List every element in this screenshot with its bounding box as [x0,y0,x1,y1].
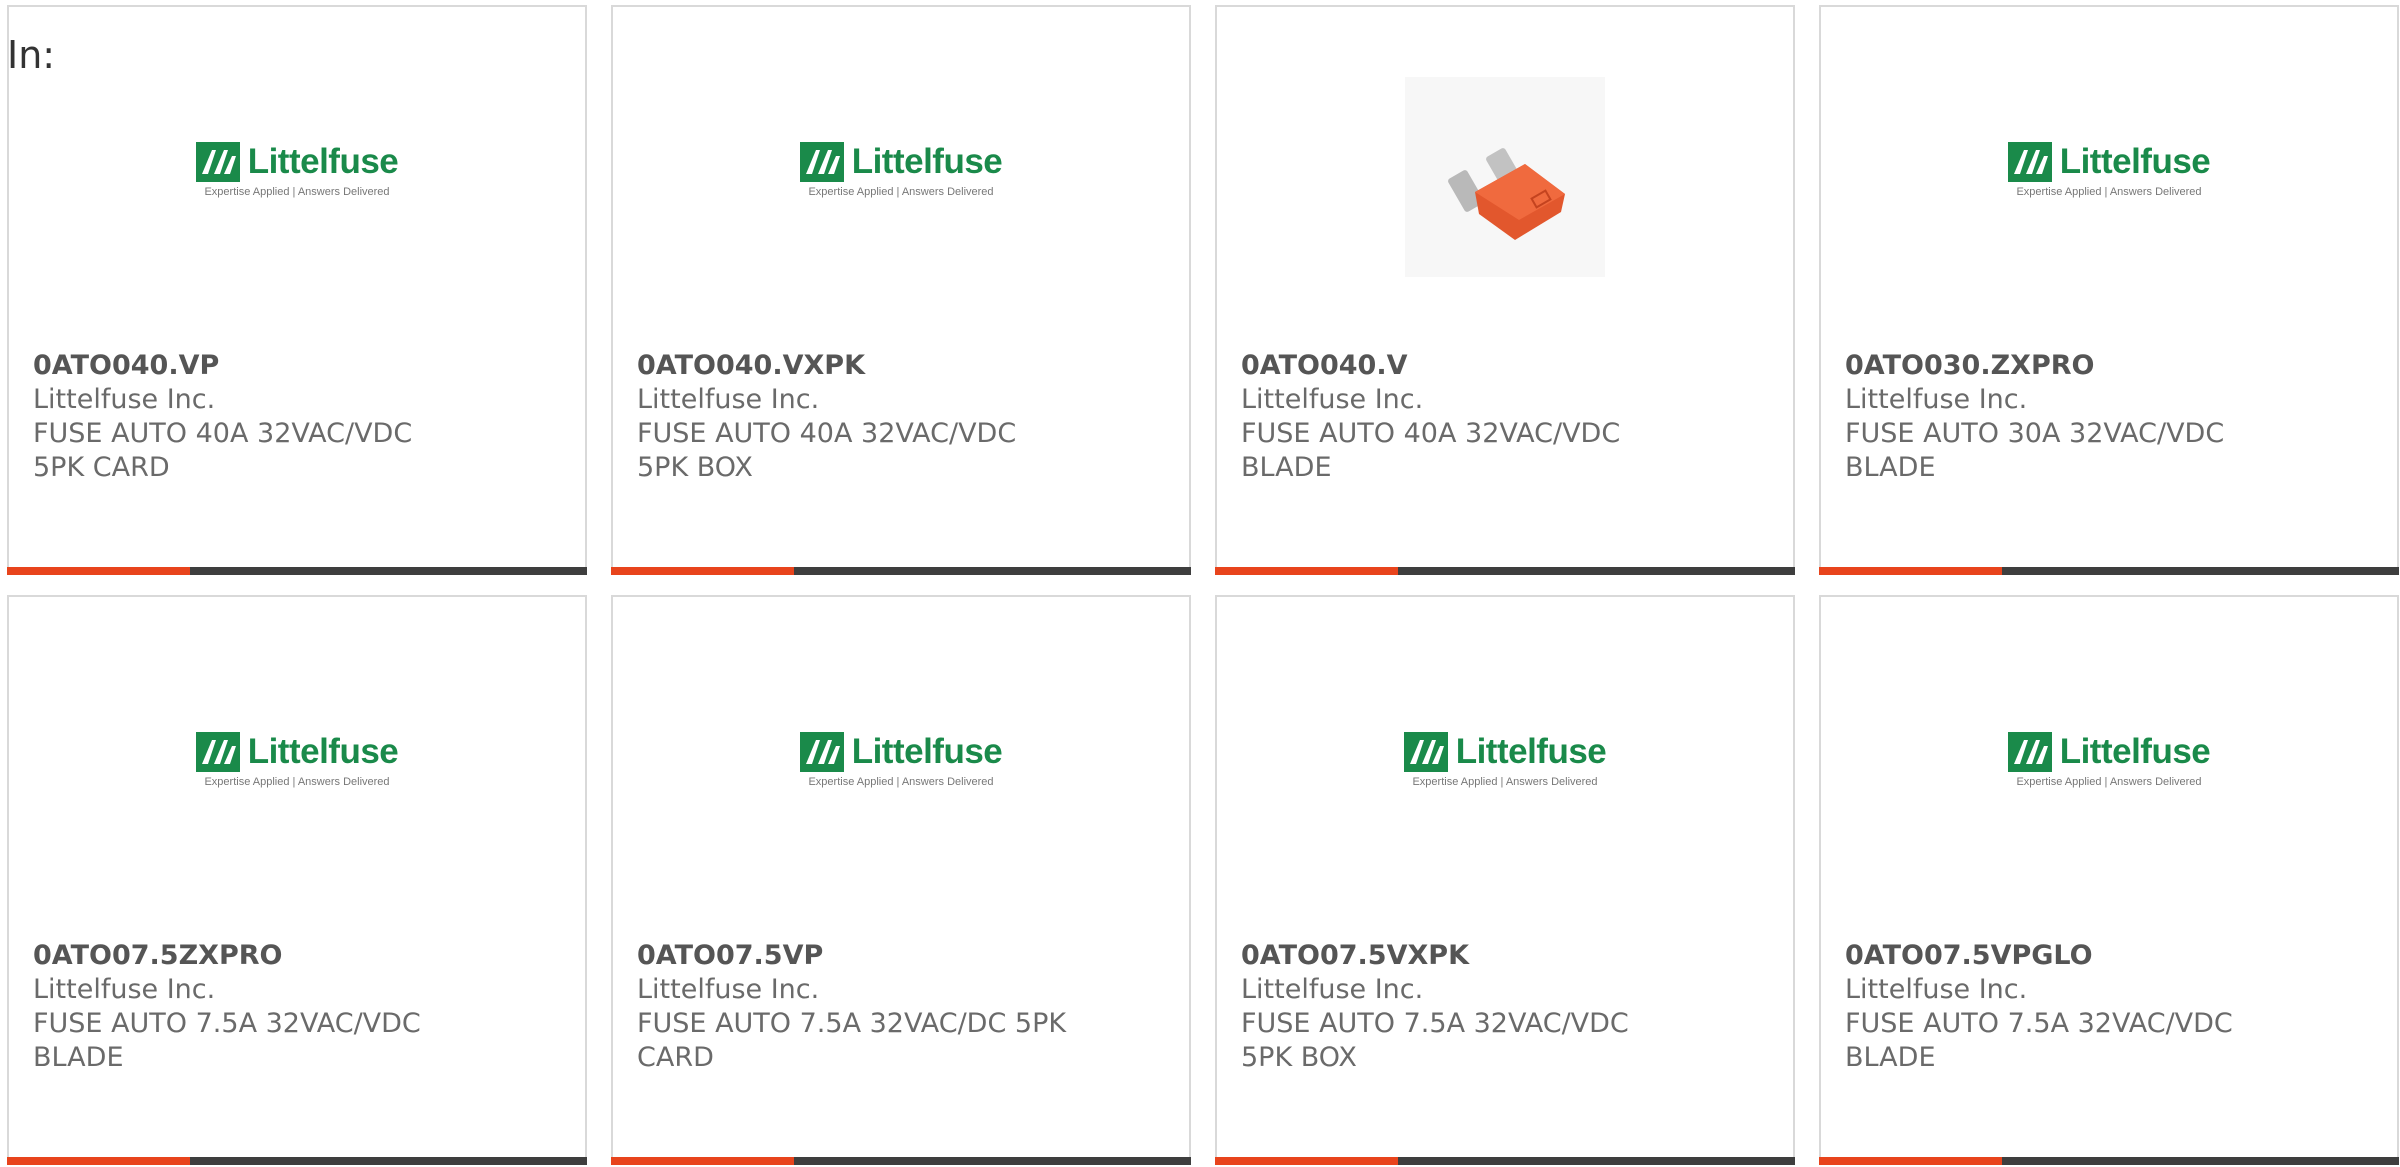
blade-fuse-photo [1405,77,1605,277]
part-number[interactable]: 0ATO030.ZXPRO [1845,349,2373,383]
part-number[interactable]: 0ATO040.VP [33,349,561,383]
littelfuse-mark-icon [195,142,240,182]
description: FUSE AUTO 7.5A 32VAC/VDC 5PK BOX [1241,1008,1629,1073]
manufacturer: Littelfuse Inc. [1845,974,2028,1005]
manufacturer: Littelfuse Inc. [1241,384,1424,415]
logo-tagline: Expertise Applied | Answers Delivered [2016,186,2202,198]
logo-name: Littelfuse [2059,142,2211,181]
card-bottom-bar [1819,1157,2399,1165]
card-bottom-bar [1215,567,1795,575]
product-card[interactable]: Littelfuse Expertise Applied | Answers D… [611,595,1191,1165]
description: FUSE AUTO 30A 32VAC/VDC BLADE [1845,418,2225,483]
description: FUSE AUTO 40A 32VAC/VDC 5PK BOX [637,418,1017,483]
card-bottom-bar [1215,1157,1795,1165]
product-card[interactable]: Littelfuse Expertise Applied | Answers D… [1819,5,2399,575]
description: FUSE AUTO 7.5A 32VAC/VDC BLADE [33,1008,421,1073]
card-bottom-bar [611,567,1191,575]
littelfuse-mark-icon [2007,142,2052,182]
card-bottom-bar [611,1157,1191,1165]
product-image[interactable]: Littelfuse Expertise Applied | Answers D… [9,657,585,877]
filter-label: In: [7,33,56,77]
manufacturer: Littelfuse Inc. [637,974,820,1005]
littelfuse-logo: Littelfuse Expertise Applied | Answers D… [1403,732,1607,802]
product-image[interactable]: Littelfuse Expertise Applied | Answers D… [1217,657,1793,877]
logo-tagline: Expertise Applied | Answers Delivered [1412,776,1598,788]
product-image[interactable]: Littelfuse Expertise Applied | Answers D… [1821,657,2397,877]
card-bottom-bar [7,567,587,575]
product-image[interactable] [1217,67,1793,287]
logo-name: Littelfuse [851,732,1003,771]
product-image[interactable]: Littelfuse Expertise Applied | Answers D… [613,657,1189,877]
manufacturer: Littelfuse Inc. [1241,974,1424,1005]
littelfuse-mark-icon [1403,732,1448,772]
product-card[interactable]: Littelfuse Expertise Applied | Answers D… [7,5,587,575]
part-number[interactable]: 0ATO07.5VPGLO [1845,939,2373,973]
manufacturer: Littelfuse Inc. [33,384,216,415]
product-card[interactable]: Littelfuse Expertise Applied | Answers D… [1215,595,1795,1165]
littelfuse-logo: Littelfuse Expertise Applied | Answers D… [195,142,399,212]
logo-tagline: Expertise Applied | Answers Delivered [204,776,390,788]
logo-tagline: Expertise Applied | Answers Delivered [808,776,994,788]
part-number[interactable]: 0ATO07.5VXPK [1241,939,1769,973]
product-image[interactable]: Littelfuse Expertise Applied | Answers D… [613,67,1189,287]
littelfuse-mark-icon [799,142,844,182]
logo-tagline: Expertise Applied | Answers Delivered [204,186,390,198]
logo-tagline: Expertise Applied | Answers Delivered [2016,776,2202,788]
part-number[interactable]: 0ATO07.5ZXPRO [33,939,561,973]
card-bottom-bar [1819,567,2399,575]
littelfuse-logo: Littelfuse Expertise Applied | Answers D… [799,142,1003,212]
logo-name: Littelfuse [247,142,399,181]
littelfuse-logo: Littelfuse Expertise Applied | Answers D… [799,732,1003,802]
littelfuse-mark-icon [195,732,240,772]
description: FUSE AUTO 7.5A 32VAC/DC 5PK CARD [637,1008,1067,1073]
littelfuse-logo: Littelfuse Expertise Applied | Answers D… [2007,732,2211,802]
description: FUSE AUTO 40A 32VAC/VDC 5PK CARD [33,418,413,483]
product-card[interactable]: Littelfuse Expertise Applied | Answers D… [7,595,587,1165]
logo-name: Littelfuse [851,142,1003,181]
description: FUSE AUTO 40A 32VAC/VDC BLADE [1241,418,1621,483]
blade-fuse-icon [1448,148,1565,240]
logo-tagline: Expertise Applied | Answers Delivered [808,186,994,198]
part-number[interactable]: 0ATO040.V [1241,349,1769,383]
manufacturer: Littelfuse Inc. [33,974,216,1005]
product-card[interactable]: Littelfuse Expertise Applied | Answers D… [1819,595,2399,1165]
product-card[interactable]: Littelfuse Expertise Applied | Answers D… [611,5,1191,575]
part-number[interactable]: 0ATO07.5VP [637,939,1165,973]
card-bottom-bar [7,1157,587,1165]
product-image[interactable]: Littelfuse Expertise Applied | Answers D… [9,67,585,287]
logo-name: Littelfuse [247,732,399,771]
manufacturer: Littelfuse Inc. [637,384,820,415]
product-card[interactable]: 0ATO040.V Littelfuse Inc. FUSE AUTO 40A … [1215,5,1795,575]
manufacturer: Littelfuse Inc. [1845,384,2028,415]
part-number[interactable]: 0ATO040.VXPK [637,349,1165,383]
littelfuse-mark-icon [2007,732,2052,772]
littelfuse-logo: Littelfuse Expertise Applied | Answers D… [195,732,399,802]
product-image[interactable]: Littelfuse Expertise Applied | Answers D… [1821,67,2397,287]
description: FUSE AUTO 7.5A 32VAC/VDC BLADE [1845,1008,2233,1073]
product-grid: Littelfuse Expertise Applied | Answers D… [7,5,2399,1165]
logo-name: Littelfuse [1455,732,1607,771]
littelfuse-mark-icon [799,732,844,772]
littelfuse-logo: Littelfuse Expertise Applied | Answers D… [2007,142,2211,212]
logo-name: Littelfuse [2059,732,2211,771]
